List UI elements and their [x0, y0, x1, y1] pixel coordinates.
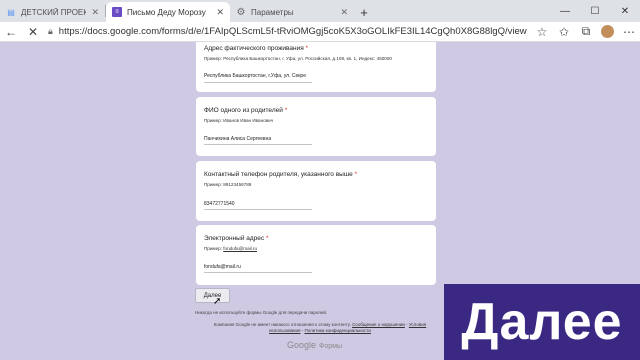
maximize-icon[interactable]: ☐	[580, 0, 610, 22]
gear-icon: ⚙	[236, 6, 246, 18]
required-mark: *	[305, 45, 309, 52]
question-title: Электронный адрес *	[204, 225, 436, 242]
input-underline	[204, 144, 312, 145]
answer-input[interactable]: 83472771540	[204, 201, 235, 207]
question-hint: Пример: fondufa@mail.ru	[204, 246, 436, 251]
hint-prefix: Пример:	[204, 246, 224, 251]
password-warning: Никогда не используйте формы Google для …	[195, 310, 328, 315]
google-wordmark: Google	[287, 340, 317, 350]
tab-label: Письмо Деду Морозу	[127, 7, 206, 17]
caption-text: Далее	[461, 293, 623, 351]
question-label: Электронный адрес	[204, 235, 265, 242]
new-tab-button[interactable]: +	[354, 2, 374, 22]
minimize-icon[interactable]: —	[550, 0, 580, 22]
input-underline	[204, 272, 312, 273]
question-hint: Пример: 89123456789	[204, 182, 252, 187]
question-title: Адрес фактического проживания *	[204, 42, 436, 52]
video-caption-overlay: Далее	[444, 284, 640, 360]
tab-close-icon[interactable]: ✕	[91, 7, 99, 18]
required-mark: *	[284, 107, 288, 114]
question-title: Контактный телефон родителя, указанного …	[204, 161, 436, 178]
tab-label: Параметры	[251, 7, 294, 17]
tab-settings[interactable]: ⚙ Параметры ✕	[230, 2, 354, 22]
hint-email-link[interactable]: fondufa@mail.ru	[223, 246, 257, 251]
plus-icon: +	[360, 4, 368, 20]
browser-toolbar: ← ✕ 🔒︎ https://docs.google.com/forms/d/e…	[0, 22, 640, 42]
question-card-parent-name: ФИО одного из родителей * Пример: Иванов…	[196, 97, 436, 156]
more-menu-icon[interactable]: ⋯	[618, 22, 640, 42]
tab-label: ДЕТСКИЙ ПРОЕКТ «ПИСЬМО Д	[21, 7, 87, 17]
answer-input[interactable]: Республика Башкортостан, г.Уфа, ул. Секр…	[204, 73, 306, 79]
collections-icon[interactable]: ⧉	[575, 22, 597, 42]
mouse-cursor-icon: ➚	[213, 296, 222, 307]
avatar[interactable]	[601, 25, 614, 38]
question-title: ФИО одного из родителей *	[204, 97, 436, 114]
question-hint: Пример: Республика Башкортостан, г. Уфа,…	[204, 56, 392, 61]
stop-loading-button[interactable]: ✕	[22, 22, 44, 42]
window-controls: — ☐ ✕	[550, 0, 640, 22]
question-hint: Пример: Иванов Иван Иванович	[204, 118, 274, 123]
tab-bar: ▤ ДЕТСКИЙ ПРОЕКТ «ПИСЬМО Д ✕ ≡ Письмо Де…	[0, 0, 640, 22]
question-card-address: Адрес фактического проживания * Пример: …	[196, 42, 436, 92]
tab-close-icon[interactable]: ✕	[216, 7, 224, 18]
required-mark: *	[265, 235, 269, 242]
back-arrow-icon: ←	[5, 24, 17, 39]
google-forms-icon: ≡	[112, 7, 122, 17]
google-forms-logo[interactable]: Google Формы	[287, 340, 342, 350]
forms-wordmark: Формы	[319, 343, 342, 350]
toolbar-right: ☆ ✩ ⧉ ⋯	[531, 22, 640, 42]
favorite-star-icon[interactable]: ☆	[531, 22, 553, 42]
tab-close-icon[interactable]: ✕	[340, 7, 348, 18]
favorites-list-icon[interactable]: ✩	[553, 22, 575, 42]
stop-icon: ✕	[27, 24, 39, 39]
question-label: Адрес фактического проживания	[204, 45, 304, 52]
input-underline	[204, 82, 312, 83]
input-underline	[204, 209, 312, 210]
question-card-email: Электронный адрес * Пример: fondufa@mail…	[196, 225, 436, 285]
answer-input[interactable]: fondufa@mail.ru	[204, 264, 241, 270]
legal-notice: Компания Google не имеет никакого отноше…	[204, 322, 436, 334]
privacy-link[interactable]: Политика конфиденциальности	[304, 328, 370, 333]
document-icon: ▤	[7, 7, 15, 17]
tab-children-project[interactable]: ▤ ДЕТСКИЙ ПРОЕКТ «ПИСЬМО Д ✕	[0, 2, 105, 22]
tab-letter-santa[interactable]: ≡ Письмо Деду Морозу ✕	[106, 2, 230, 22]
question-label: Контактный телефон родителя, указанного …	[204, 171, 353, 178]
close-icon[interactable]: ✕	[610, 0, 640, 22]
legal-text: Компания Google не имеет никакого отноше…	[213, 322, 351, 327]
address-bar[interactable]: 🔒︎ https://docs.google.com/forms/d/e/1FA…	[48, 24, 527, 40]
required-mark: *	[354, 171, 358, 178]
question-card-phone: Контактный телефон родителя, указанного …	[196, 161, 436, 221]
lock-icon: 🔒︎	[48, 26, 53, 36]
question-label: ФИО одного из родителей	[204, 107, 283, 114]
back-button[interactable]: ←	[0, 22, 22, 42]
url-text: https://docs.google.com/forms/d/e/1FAIpQ…	[58, 26, 527, 37]
report-abuse-link[interactable]: Сообщение о нарушении	[352, 322, 405, 327]
answer-input[interactable]: Панчихина Алиса Сергеевна	[204, 136, 271, 142]
